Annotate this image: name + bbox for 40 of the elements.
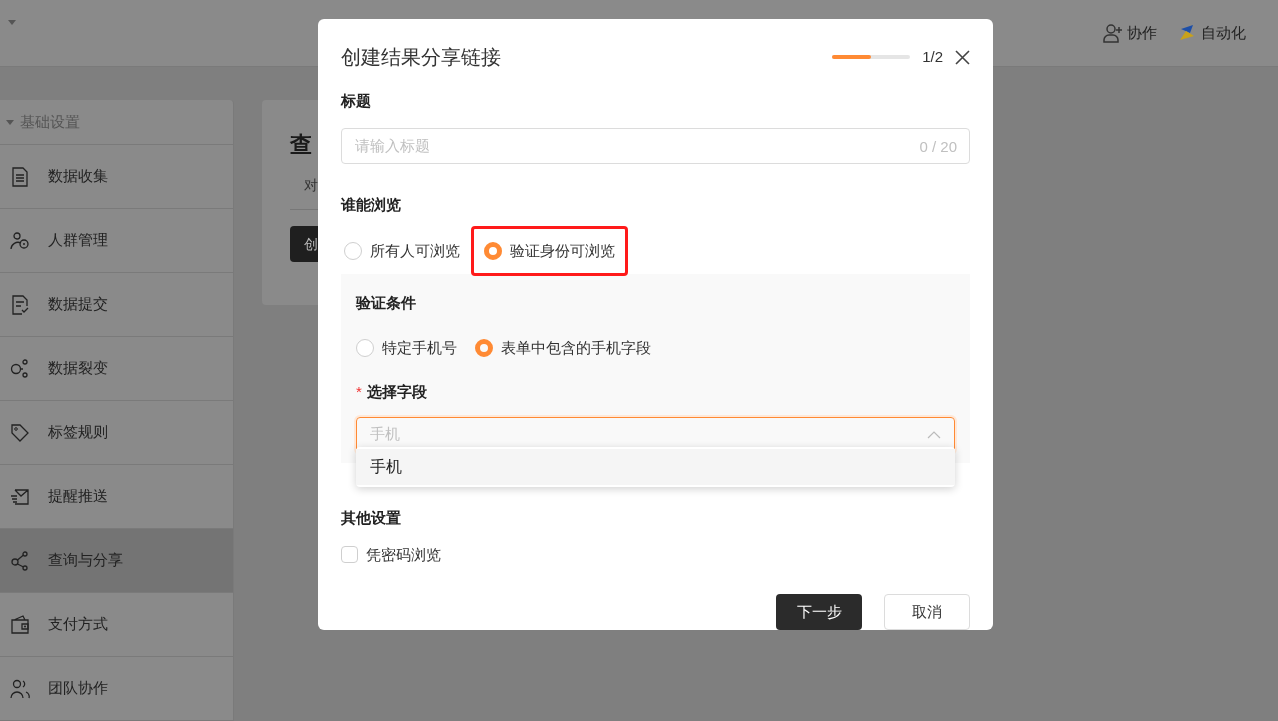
radio-option[interactable]: 表单中包含的手机字段 [475, 336, 651, 359]
person-add-icon [1103, 23, 1123, 43]
cancel-button[interactable]: 取消 [884, 594, 970, 630]
step-counter: 1/2 [922, 46, 943, 67]
people-icon [10, 678, 30, 699]
section-label: 验证条件 [356, 293, 417, 313]
field-label: 谁能浏览 [341, 194, 402, 215]
checkbox[interactable] [341, 546, 358, 564]
sidebar-item[interactable]: 查询与分享 [0, 529, 233, 593]
circles-icon [10, 358, 30, 379]
radio-button[interactable] [484, 242, 502, 260]
radio-option[interactable]: 特定手机号 [356, 336, 457, 359]
checkbox-option[interactable]: 凭密码浏览 [341, 543, 970, 566]
dialog-title: 创建结果分享链接 [341, 45, 501, 70]
select-placeholder: 手机 [370, 424, 400, 445]
person-icon [10, 230, 30, 251]
dropdown-option[interactable]: 手机 [356, 449, 955, 485]
radio-button[interactable] [344, 242, 362, 260]
tag-icon [10, 422, 30, 443]
document-icon [10, 166, 30, 187]
envelope-icon [10, 486, 30, 507]
wallet-icon [10, 614, 30, 635]
radio-button[interactable] [356, 338, 374, 357]
chevron-icon [927, 430, 941, 439]
character-counter: 0 / 20 [919, 136, 957, 157]
required-mark: * [356, 383, 362, 400]
header-button[interactable]: 协作 [1103, 21, 1157, 45]
next-button[interactable]: 下一步 [776, 594, 862, 630]
header-button[interactable]: 自动化 [1177, 21, 1246, 45]
page-title: 查 [290, 131, 312, 159]
document-check-icon [10, 294, 30, 315]
share-icon [10, 550, 30, 571]
tab[interactable]: 对 [304, 177, 318, 193]
section-label: 其他设置 [341, 508, 402, 528]
field-label: * 选择字段 [356, 382, 428, 402]
close-icon[interactable] [955, 49, 970, 65]
radio-button[interactable] [475, 338, 493, 357]
radio-option[interactable]: 所有人可浏览 [331, 226, 473, 276]
caret-down-icon[interactable] [8, 19, 16, 25]
field-label: 标题 [341, 91, 372, 111]
